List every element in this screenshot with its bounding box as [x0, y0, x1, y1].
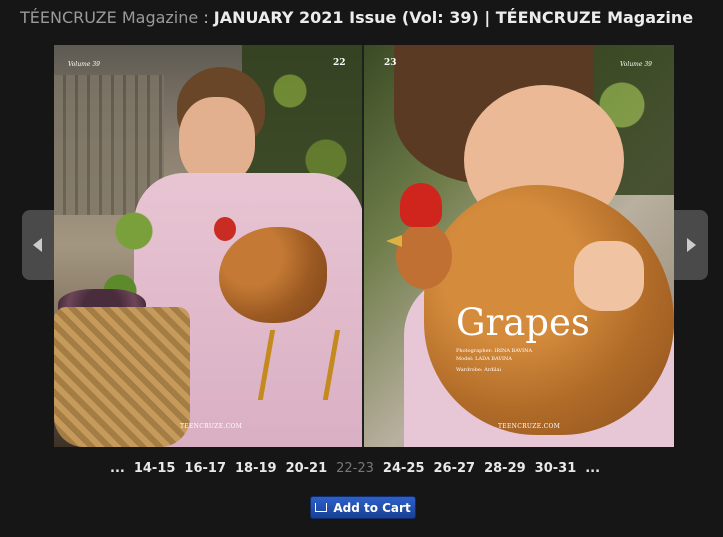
photo-credit: Photographer: IRINA BAVINA — [456, 348, 533, 354]
model-credit: Model: LADA BAVINA — [456, 356, 512, 362]
chevron-left-icon — [33, 238, 42, 252]
add-to-cart-button[interactable]: Add to Cart — [310, 496, 416, 519]
page-link[interactable]: 16-17 — [184, 461, 226, 477]
page-pagination: ... 14-15 16-17 18-19 20-21 22-23 24-25 … — [110, 461, 600, 477]
next-page-button[interactable] — [674, 210, 708, 280]
page-footer-brand: TEENCRUZE.COM — [180, 423, 243, 430]
page-link[interactable]: 14-15 — [134, 461, 176, 477]
cart-icon — [315, 503, 328, 512]
add-to-cart-label: Add to Cart — [333, 500, 411, 515]
volume-label: Volume 39 — [68, 61, 100, 68]
page-link[interactable]: 28-29 — [484, 461, 526, 477]
page-link[interactable]: 20-21 — [286, 461, 328, 477]
page-link[interactable]: 24-25 — [383, 461, 425, 477]
page-link[interactable]: 18-19 — [235, 461, 277, 477]
page-link[interactable]: 30-31 — [535, 461, 577, 477]
page-number: 23 — [384, 58, 397, 68]
page-link[interactable]: 26-27 — [434, 461, 476, 477]
page-title: TÉENCRUZE Magazine : JANUARY 2021 Issue … — [20, 8, 693, 27]
hen-illustration — [219, 227, 327, 323]
wardrobe-credit: Wardrobe: Ardilai — [456, 367, 502, 373]
page-link-current: 22-23 — [336, 461, 374, 476]
previous-page-button[interactable] — [22, 210, 56, 280]
pagination-ellipsis[interactable]: ... — [585, 461, 600, 477]
magazine-spread-viewer: Volume 39 22 TEENCRUZE.COM 23 Volume 39 … — [54, 45, 674, 447]
title-separator: : — [198, 8, 214, 27]
page-number: 22 — [333, 58, 346, 68]
chevron-right-icon — [687, 238, 696, 252]
volume-label: Volume 39 — [620, 61, 652, 68]
pagination-ellipsis[interactable]: ... — [110, 461, 125, 477]
issue-title: JANUARY 2021 Issue (Vol: 39) | TÉENCRUZE… — [213, 8, 694, 27]
page-footer-brand: TEENCRUZE.COM — [498, 423, 561, 430]
right-page[interactable]: 23 Volume 39 Grapes Photographer: IRINA … — [364, 45, 674, 447]
magazine-brand: TÉENCRUZE Magazine — [20, 8, 199, 27]
feature-title: Grapes — [456, 301, 590, 344]
left-page[interactable]: Volume 39 22 TEENCRUZE.COM — [54, 45, 362, 447]
